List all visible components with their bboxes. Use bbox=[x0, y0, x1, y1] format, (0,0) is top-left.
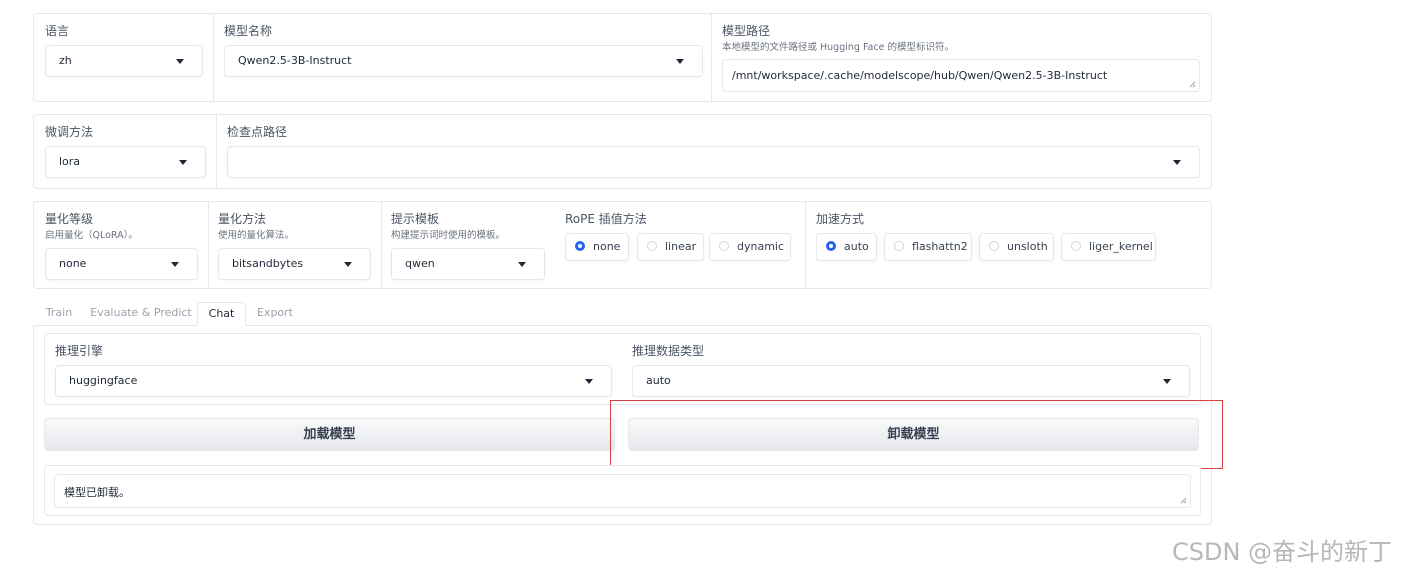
quant-method-value: bitsandbytes bbox=[232, 257, 304, 270]
infer-backend-value: huggingface bbox=[69, 374, 138, 387]
info-box-text: 模型已卸载。 bbox=[64, 486, 130, 499]
booster-option-label: auto bbox=[844, 240, 869, 253]
radio-selected-icon bbox=[575, 241, 585, 251]
infer-dtype-value: auto bbox=[646, 374, 671, 387]
booster-option-flashattn2[interactable]: flashattn2 bbox=[884, 233, 972, 261]
infer-backend-label: 推理引擎 bbox=[55, 344, 104, 358]
quant-bit-dropdown[interactable]: none bbox=[45, 248, 198, 280]
checkpoint-label: 检查点路径 bbox=[227, 125, 288, 139]
rope-option-label: none bbox=[593, 240, 621, 253]
booster-label: 加速方式 bbox=[816, 212, 865, 226]
booster-option-label: unsloth bbox=[1007, 240, 1048, 253]
infer-dtype-label: 推理数据类型 bbox=[632, 344, 705, 358]
chevron-down-icon bbox=[518, 262, 526, 267]
model-path-info: 本地模型的文件路径或 Hugging Face 的模型标识符。 bbox=[722, 42, 954, 53]
finetune-method-value: lora bbox=[59, 155, 81, 168]
model-name-label: 模型名称 bbox=[224, 24, 273, 38]
model-path-input[interactable]: /mnt/workspace/.cache/modelscope/hub/Qwe… bbox=[722, 59, 1200, 92]
rope-option-label: dynamic bbox=[737, 240, 785, 253]
rope-option-label: linear bbox=[665, 240, 697, 253]
chevron-down-icon bbox=[176, 59, 184, 64]
tab-train[interactable]: Train bbox=[38, 302, 80, 326]
quant-bit-info: 启用量化（QLoRA）。 bbox=[45, 230, 138, 241]
divider bbox=[208, 202, 209, 288]
radio-icon bbox=[1071, 241, 1081, 251]
model-path-value: /mnt/workspace/.cache/modelscope/hub/Qwe… bbox=[732, 69, 1108, 82]
rope-label: RoPE 插值方法 bbox=[565, 212, 647, 226]
info-box[interactable]: 模型已卸载。 bbox=[54, 474, 1191, 508]
booster-option-liger-kernel[interactable]: liger_kernel bbox=[1061, 233, 1156, 261]
model-name-value: Qwen2.5-3B-Instruct bbox=[238, 54, 352, 67]
divider bbox=[805, 202, 806, 288]
tab-export[interactable]: Export bbox=[252, 302, 298, 326]
radio-icon bbox=[647, 241, 657, 251]
finetune-method-label: 微调方法 bbox=[45, 125, 94, 139]
finetune-method-dropdown[interactable]: lora bbox=[45, 146, 206, 178]
chevron-down-icon bbox=[171, 262, 179, 267]
rope-option-dynamic[interactable]: dynamic bbox=[709, 233, 791, 261]
booster-option-unsloth[interactable]: unsloth bbox=[979, 233, 1054, 261]
quant-method-dropdown[interactable]: bitsandbytes bbox=[218, 248, 371, 280]
rope-option-linear[interactable]: linear bbox=[637, 233, 704, 261]
booster-option-label: liger_kernel bbox=[1089, 240, 1153, 253]
radio-icon bbox=[894, 241, 904, 251]
chevron-down-icon bbox=[1163, 379, 1171, 384]
template-dropdown[interactable]: qwen bbox=[391, 248, 545, 280]
lang-value: zh bbox=[59, 54, 72, 67]
chevron-down-icon bbox=[676, 59, 684, 64]
template-info: 构建提示词时使用的模板。 bbox=[391, 230, 506, 241]
quant-bit-label: 量化等级 bbox=[45, 212, 94, 226]
divider bbox=[213, 14, 214, 101]
radio-selected-icon bbox=[826, 241, 836, 251]
infer-dtype-dropdown[interactable]: auto bbox=[632, 365, 1190, 397]
tab-evaluate-predict[interactable]: Evaluate & Predict bbox=[90, 302, 192, 326]
radio-icon bbox=[719, 241, 729, 251]
quant-bit-value: none bbox=[59, 257, 87, 270]
chevron-down-icon bbox=[585, 379, 593, 384]
infer-backend-dropdown[interactable]: huggingface bbox=[55, 365, 612, 397]
booster-option-auto[interactable]: auto bbox=[816, 233, 877, 261]
load-model-button[interactable]: 加载模型 bbox=[44, 418, 615, 451]
template-value: qwen bbox=[405, 257, 435, 270]
model-name-dropdown[interactable]: Qwen2.5-3B-Instruct bbox=[224, 45, 703, 77]
divider bbox=[216, 115, 217, 188]
lang-dropdown[interactable]: zh bbox=[45, 45, 203, 77]
chevron-down-icon bbox=[1173, 160, 1181, 165]
watermark: CSDN @奋斗的新丁 bbox=[1172, 538, 1393, 566]
highlight-box bbox=[610, 400, 1223, 469]
radio-icon bbox=[989, 241, 999, 251]
divider bbox=[381, 202, 382, 288]
tab-chat[interactable]: Chat bbox=[197, 302, 246, 326]
quant-method-label: 量化方法 bbox=[218, 212, 267, 226]
resize-handle-icon[interactable] bbox=[1189, 81, 1196, 88]
template-label: 提示模板 bbox=[391, 212, 440, 226]
model-path-label: 模型路径 bbox=[722, 24, 771, 38]
checkpoint-dropdown[interactable] bbox=[227, 146, 1200, 178]
lang-label: 语言 bbox=[45, 24, 70, 38]
chevron-down-icon bbox=[344, 262, 352, 267]
booster-option-label: flashattn2 bbox=[912, 240, 968, 253]
chevron-down-icon bbox=[179, 160, 187, 165]
divider bbox=[711, 14, 712, 101]
resize-handle-icon[interactable] bbox=[1180, 497, 1187, 504]
rope-option-none[interactable]: none bbox=[565, 233, 629, 261]
quant-method-info: 使用的量化算法。 bbox=[218, 230, 295, 241]
